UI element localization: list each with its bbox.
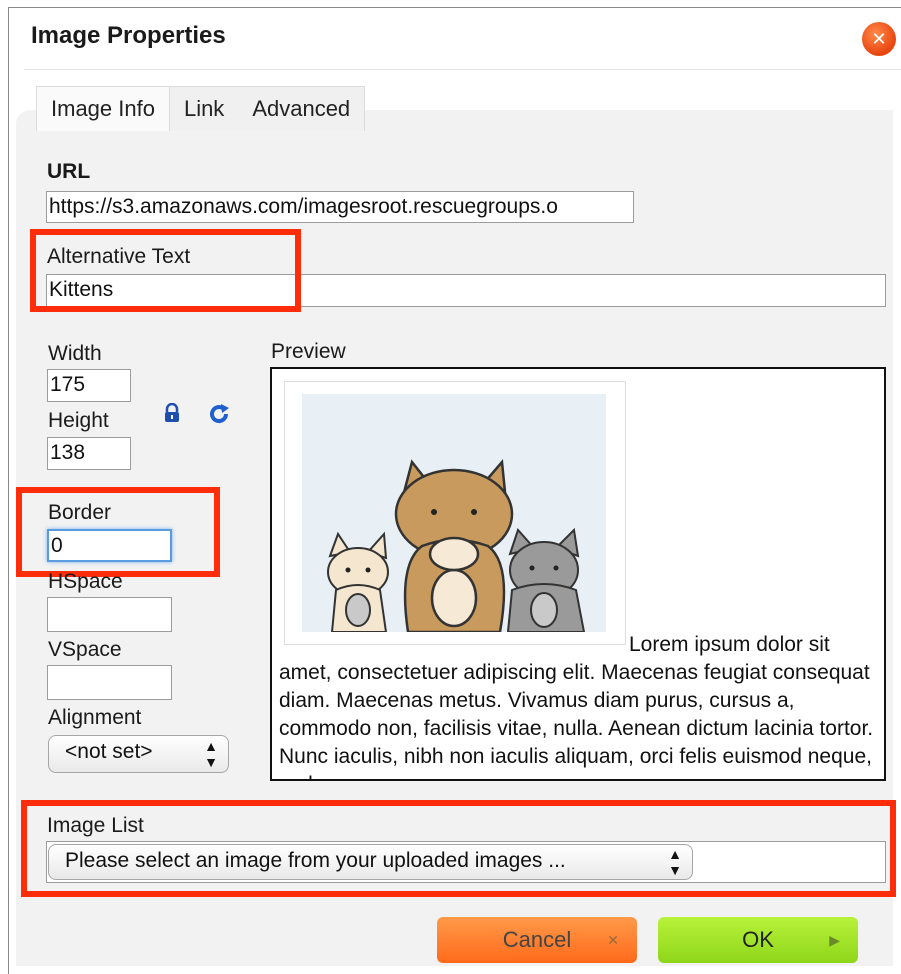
dialog-title: Image Properties — [31, 22, 226, 49]
width-label: Width — [48, 342, 102, 365]
tab-image-info[interactable]: Image Info — [37, 87, 170, 131]
alignment-label: Alignment — [48, 706, 142, 729]
vspace-label: VSpace — [48, 638, 122, 661]
width-input[interactable]: 175 — [47, 369, 131, 402]
reset-size-icon[interactable] — [207, 402, 231, 426]
tab-advanced[interactable]: Advanced — [238, 87, 364, 131]
hspace-input[interactable] — [47, 597, 172, 632]
vspace-input[interactable] — [47, 665, 172, 700]
tab-bar: Image Info Link Advanced — [36, 86, 366, 131]
preview-text: Lorem ipsum dolor sit amet, consectetuer… — [279, 633, 874, 779]
highlight-border — [16, 487, 220, 577]
select-arrows-icon: ▲ ▼ — [204, 738, 218, 770]
alignment-select[interactable]: <not set> ▲ ▼ — [48, 735, 229, 773]
kittens-image — [302, 394, 606, 632]
highlight-alt-text — [30, 229, 301, 312]
cancel-button-label: Cancel — [502, 927, 572, 952]
cancel-button[interactable]: Cancel ✕ — [437, 917, 637, 963]
ok-button[interactable]: OK ▶ — [658, 917, 858, 963]
title-divider — [24, 69, 901, 70]
hspace-label: HSpace — [48, 570, 123, 593]
height-input[interactable]: 138 — [47, 437, 131, 470]
tab-link[interactable]: Link — [170, 87, 238, 131]
preview-image-frame — [284, 381, 626, 645]
lock-icon[interactable] — [163, 403, 181, 423]
preview-label: Preview — [271, 340, 346, 363]
alignment-value: <not set> — [65, 740, 153, 763]
url-input[interactable]: https://s3.amazonaws.com/imagesroot.resc… — [46, 191, 634, 223]
ok-arrow-icon: ▶ — [829, 932, 840, 948]
cancel-x-icon: ✕ — [607, 932, 619, 948]
close-icon[interactable]: ✕ — [862, 22, 896, 56]
preview-pane: Lorem ipsum dolor sit amet, consectetuer… — [270, 367, 886, 781]
ok-button-label: OK — [742, 927, 774, 952]
url-label: URL — [47, 160, 91, 183]
highlight-image-list — [21, 800, 896, 897]
height-label: Height — [48, 409, 109, 432]
